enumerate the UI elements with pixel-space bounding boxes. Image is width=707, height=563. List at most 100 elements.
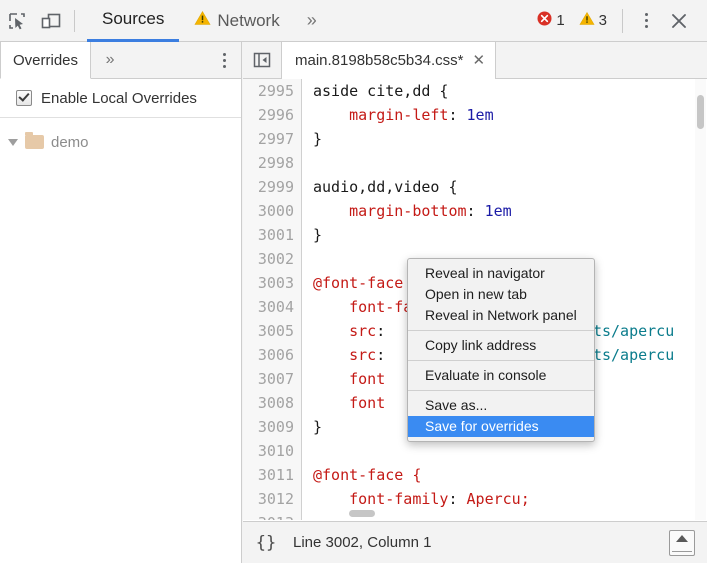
tree-item-demo-label: demo bbox=[51, 133, 89, 151]
line-number: 2996 bbox=[257, 106, 294, 124]
code-line[interactable]: } bbox=[313, 127, 707, 151]
code-token: aside cite,dd { bbox=[313, 82, 449, 100]
warning-counter[interactable]: 3 bbox=[576, 11, 610, 30]
scrollbar-thumb[interactable] bbox=[697, 95, 704, 129]
editor-vertical-scrollbar[interactable] bbox=[695, 79, 706, 520]
kebab-dot bbox=[644, 25, 648, 28]
code-token: : bbox=[448, 490, 467, 508]
navigator-kebab-menu-icon[interactable] bbox=[207, 42, 241, 78]
kebab-dot bbox=[644, 13, 648, 16]
nav-tab-overrides[interactable]: Overrides bbox=[0, 42, 92, 79]
kebab-dot bbox=[222, 64, 226, 68]
kebab-dot bbox=[644, 19, 648, 22]
close-icon[interactable] bbox=[659, 2, 699, 40]
tab-network[interactable]: Network bbox=[179, 0, 294, 42]
pretty-print-button[interactable]: {} bbox=[243, 523, 289, 563]
folder-icon bbox=[25, 132, 44, 149]
line-number: 3003 bbox=[257, 274, 294, 292]
line-number: 2998 bbox=[257, 154, 294, 172]
line-number: 3010 bbox=[257, 442, 294, 460]
kebab-menu-icon[interactable] bbox=[633, 2, 659, 40]
collapse-navigator-icon[interactable] bbox=[243, 42, 281, 78]
toolbar-divider bbox=[622, 8, 623, 33]
code-token: font bbox=[349, 370, 386, 388]
line-number: 3005 bbox=[257, 322, 294, 340]
panel-tab-list: Sources Network » bbox=[87, 0, 329, 42]
code-token: audio,dd,video { bbox=[313, 178, 458, 196]
code-token: margin-bottom bbox=[349, 202, 467, 220]
tab-sources[interactable]: Sources bbox=[87, 0, 180, 42]
scrollbar-thumb[interactable] bbox=[349, 510, 375, 517]
context-menu-item[interactable]: Evaluate in console bbox=[408, 365, 594, 386]
editor-file-tab-label: main.8198b58c5b34.css* bbox=[295, 52, 464, 69]
code-token: } bbox=[313, 226, 323, 244]
code-token: @font-face { bbox=[313, 274, 422, 292]
cursor-position-label: Line 3002, Column 1 bbox=[293, 534, 432, 551]
code-line[interactable]: aside cite,dd { bbox=[313, 79, 707, 103]
panel-tabs-overflow-button[interactable]: » bbox=[295, 0, 329, 42]
context-menu-item[interactable]: Save as... bbox=[408, 395, 594, 416]
line-number-gutter: 2995 2996 2997 2998 2999 3000 3001 3002 3003 3004… bbox=[243, 79, 302, 520]
line-number: 3007 bbox=[257, 370, 294, 388]
code-token: : bbox=[376, 322, 386, 340]
line-number: 3001 bbox=[257, 226, 294, 244]
error-icon bbox=[537, 11, 552, 30]
tree-item-demo[interactable]: demo bbox=[0, 129, 241, 155]
context-menu-item[interactable]: Reveal in Network panel bbox=[408, 305, 594, 326]
line-number: 3000 bbox=[257, 202, 294, 220]
context-menu-item[interactable]: Copy link address bbox=[408, 335, 594, 356]
code-token: src bbox=[349, 322, 377, 340]
code-token: font-family bbox=[349, 490, 449, 508]
context-menu-item[interactable]: Save for overrides bbox=[408, 416, 594, 437]
error-counter[interactable]: 1 bbox=[534, 11, 567, 30]
enable-local-overrides-checkbox[interactable] bbox=[16, 90, 32, 106]
line-number: 2999 bbox=[257, 178, 294, 196]
code-token: : bbox=[376, 346, 386, 364]
navigator-tabs-overflow-button[interactable]: » bbox=[91, 42, 129, 78]
line-number: 3002 bbox=[257, 250, 294, 268]
toolbar-right-group: 1 3 bbox=[534, 0, 707, 42]
code-token: : bbox=[466, 202, 485, 220]
code-token: font bbox=[349, 394, 386, 412]
kebab-dot bbox=[222, 52, 226, 56]
editor-file-tab[interactable]: main.8198b58c5b34.css* ✕ bbox=[281, 42, 497, 79]
code-token: } bbox=[313, 418, 323, 436]
warning-icon bbox=[194, 10, 211, 31]
code-line[interactable]: } bbox=[313, 223, 707, 247]
chevron-down-icon[interactable] bbox=[8, 138, 18, 146]
context-menu[interactable]: Reveal in navigator Open in new tab Reveal… bbox=[407, 258, 595, 442]
line-number: 3012 bbox=[257, 490, 294, 508]
line-number: 3013 bbox=[243, 511, 294, 520]
code-token: 1em bbox=[484, 202, 512, 220]
tab-network-label: Network bbox=[217, 10, 280, 30]
context-menu-item[interactable]: Reveal in navigator bbox=[408, 263, 594, 284]
nav-tab-overrides-label: Overrides bbox=[13, 51, 79, 69]
editor-horizontal-scrollbar[interactable] bbox=[303, 508, 695, 519]
inspect-cursor-icon[interactable] bbox=[0, 2, 34, 40]
close-icon[interactable]: ✕ bbox=[472, 53, 485, 68]
context-menu-item[interactable]: Open in new tab bbox=[408, 284, 594, 305]
code-line[interactable]: audio,dd,video { bbox=[313, 175, 707, 199]
editor-status-bar: {} Line 3002, Column 1 bbox=[243, 521, 707, 563]
code-line[interactable] bbox=[313, 151, 707, 175]
show-drawer-icon[interactable] bbox=[669, 529, 695, 556]
context-menu-separator bbox=[408, 360, 594, 361]
code-line[interactable]: @font-face { bbox=[313, 463, 707, 487]
line-number: 3004 bbox=[257, 298, 294, 316]
toolbar-divider bbox=[74, 9, 75, 32]
caret-up-icon bbox=[676, 534, 688, 542]
line-number: 2997 bbox=[257, 130, 294, 148]
line-number: 2995 bbox=[257, 82, 294, 100]
code-line[interactable]: margin-bottom: 1em bbox=[313, 199, 707, 223]
code-line[interactable]: margin-left: 1em bbox=[313, 103, 707, 127]
main-toolbar: Sources Network » 1 3 bbox=[0, 0, 707, 42]
line-number: 3011 bbox=[257, 466, 294, 484]
device-toolbar-icon[interactable] bbox=[34, 2, 68, 40]
enable-local-overrides-row[interactable]: Enable Local Overrides bbox=[0, 79, 241, 118]
code-line[interactable] bbox=[313, 439, 707, 463]
